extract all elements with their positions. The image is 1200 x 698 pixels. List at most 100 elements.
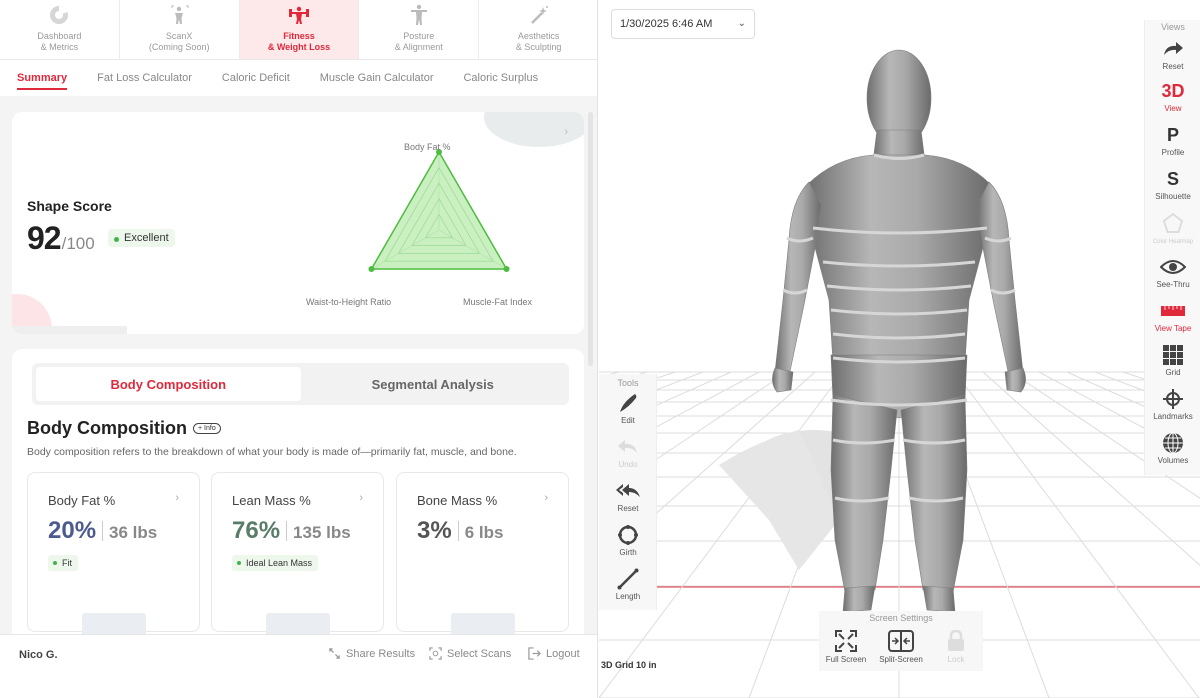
pen-icon (599, 390, 657, 416)
tool-reset-button[interactable]: Reset (599, 478, 657, 513)
shape-score-title: Shape Score (27, 198, 112, 214)
tool-girth-label: Girth (619, 548, 637, 557)
reply-all-icon (599, 478, 657, 504)
view-landmarks-button[interactable]: Landmarks (1145, 386, 1200, 421)
view-3d-label: View (1164, 104, 1182, 113)
redo-arrow-icon (1145, 36, 1200, 62)
nav-tab-label-1: Posture (403, 31, 435, 41)
dashboard-icon (48, 4, 70, 26)
view-volumes-button[interactable]: Volumes (1145, 430, 1200, 465)
metric-bar-placeholder (451, 613, 515, 634)
divider (286, 521, 288, 541)
tools-title: Tools (617, 378, 639, 388)
nav-tab-scanx[interactable]: ScanX (Coming Soon) (120, 0, 240, 59)
grid-scale-label: 3D Grid 10 in (601, 660, 657, 670)
nav-tab-fitness[interactable]: Fitness & Weight Loss (239, 0, 360, 59)
scan-date-dropdown[interactable]: 1/30/2025 6:46 AM ⌄ (611, 9, 755, 39)
select-scans-button[interactable]: Select Scans (429, 647, 511, 660)
view-reset-label: Reset (1162, 62, 1184, 71)
metric-card-lean-mass[interactable]: Lean Mass % › 76% 135 lbs Ideal Lean Mas… (211, 472, 384, 634)
radar-point (503, 266, 510, 272)
nav-tab-label-2: & Sculpting (515, 42, 562, 52)
eye-icon (1145, 254, 1200, 280)
views-title: Views (1161, 22, 1185, 32)
segment-segmental-analysis[interactable]: Segmental Analysis (301, 367, 566, 401)
grid-icon (1145, 342, 1200, 368)
scrollbar-track[interactable] (588, 112, 593, 366)
pentagon-icon (1145, 210, 1200, 236)
view-profile-button[interactable]: P Profile (1145, 122, 1200, 158)
share-icon (329, 648, 340, 659)
3d-view-icon: 3D (1161, 80, 1185, 101)
nav-tab-label-2: & Alignment (394, 42, 443, 52)
tool-edit-label: Edit (621, 416, 635, 425)
nav-tab-aesthetics[interactable]: Aesthetics & Sculpting (479, 0, 597, 59)
screen-settings-panel: Screen Settings Full Screen Split-Screen… (819, 611, 983, 671)
girth-circle-icon (599, 522, 657, 548)
summary-scroll-area[interactable]: › Shape Score 92 /100 Excellent Body Fat… (0, 96, 597, 634)
nav-tab-posture[interactable]: Posture & Alignment (359, 0, 480, 59)
view-see-thru-button[interactable]: See-Thru (1145, 254, 1200, 289)
card-decoration (12, 326, 127, 334)
fullscreen-icon (819, 627, 873, 655)
body-composition-title: Body Composition (27, 418, 187, 438)
view-profile-label: Profile (1161, 148, 1185, 157)
body-composition-header: Body Composition + Info (27, 418, 221, 439)
metric-badge: Ideal Lean Mass (232, 555, 319, 571)
view-tape-button[interactable]: View Tape (1145, 298, 1200, 333)
metric-card-body-fat[interactable]: Body Fat % › 20% 36 lbs Fit (27, 472, 200, 634)
metric-title: Bone Mass % (417, 493, 498, 508)
view-3d-button[interactable]: 3D View (1145, 78, 1200, 114)
chevron-right-icon[interactable]: › (564, 126, 568, 138)
divider (457, 521, 459, 541)
subtab-caloric-surplus[interactable]: Caloric Surplus (463, 66, 538, 90)
tool-reset-label: Reset (617, 504, 639, 513)
nav-tab-dashboard[interactable]: Dashboard & Metrics (0, 0, 120, 59)
split-screen-button[interactable]: Split-Screen (874, 627, 928, 664)
logout-icon (528, 647, 541, 660)
view-grid-button[interactable]: Grid (1145, 342, 1200, 377)
lock-button[interactable]: Lock (929, 627, 983, 664)
user-name: Nico G. (19, 649, 58, 661)
full-screen-button[interactable]: Full Screen (819, 627, 873, 664)
segment-body-composition[interactable]: Body Composition (36, 367, 301, 401)
share-results-button[interactable]: Share Results (328, 647, 415, 660)
tool-girth-button[interactable]: Girth (599, 522, 657, 557)
metric-bar-placeholder (82, 613, 146, 634)
app-root: Dashboard & Metrics ScanX (Coming Soon) … (0, 0, 1200, 698)
shape-score-card[interactable]: › Shape Score 92 /100 Excellent Body Fat… (12, 112, 584, 334)
tools-panel: Tools Edit Undo Reset Girth Length (599, 374, 657, 610)
metric-card-bone-mass[interactable]: Bone Mass % › 3% 6 lbs (396, 472, 569, 634)
tool-undo-button[interactable]: Undo (599, 434, 657, 469)
nav-tab-label-1: Aesthetics (517, 31, 560, 41)
nav-tab-label-2: & Weight Loss (267, 42, 331, 52)
globe-icon (1145, 430, 1200, 456)
metric-values: 20% 36 lbs (48, 517, 157, 545)
radar-axis-label-body-fat: Body Fat % (404, 142, 451, 152)
subtab-summary[interactable]: Summary (17, 66, 68, 90)
radar-axis-label-muscle-fat: Muscle-Fat Index (463, 297, 533, 307)
shape-score-value: 92 /100 (27, 220, 95, 257)
nav-tab-label-1: Dashboard (37, 31, 82, 41)
chevron-right-icon: › (359, 492, 363, 504)
view-silhouette-label: Silhouette (1155, 192, 1191, 201)
sub-navigation: Summary Fat Loss Calculator Caloric Defi… (0, 60, 597, 96)
view-reset-button[interactable]: Reset (1145, 36, 1200, 71)
tool-length-button[interactable]: Length (599, 566, 657, 601)
view-silhouette-button[interactable]: S Silhouette (1145, 166, 1200, 202)
subtab-caloric-deficit[interactable]: Caloric Deficit (222, 66, 290, 90)
metric-bar-placeholder (266, 613, 330, 634)
subtab-fat-loss-calculator[interactable]: Fat Loss Calculator (97, 66, 192, 90)
view-grid-label: Grid (1165, 368, 1181, 377)
view-volumes-label: Volumes (1157, 456, 1189, 465)
tool-edit-button[interactable]: Edit (599, 390, 657, 425)
logout-button[interactable]: Logout (528, 647, 580, 660)
body-composition-description: Body composition refers to the breakdown… (27, 446, 517, 458)
info-button[interactable]: + Info (193, 423, 221, 434)
silhouette-icon: S (1166, 168, 1179, 189)
view-color-heatmap-button[interactable]: Color Heatmap (1145, 210, 1200, 245)
magic-wand-icon (528, 4, 550, 26)
subtab-muscle-gain-calculator[interactable]: Muscle Gain Calculator (320, 66, 434, 90)
3d-viewport[interactable] (599, 0, 1200, 698)
nav-tab-label-1: Fitness (283, 31, 315, 41)
